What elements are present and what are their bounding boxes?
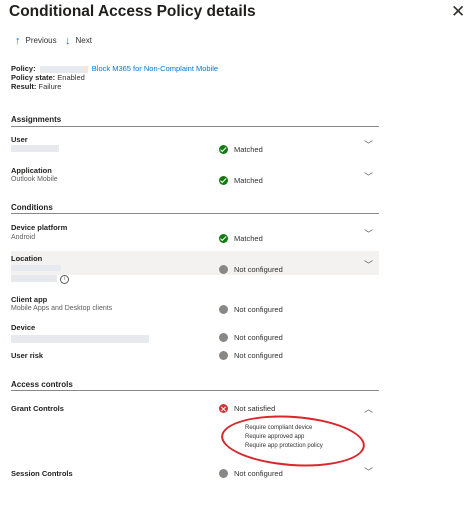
application-status-text: Matched [234,176,263,185]
redacted-user [11,145,59,152]
grant-controls-status-text: Not satisfied [234,404,276,413]
chevron-down-icon[interactable]: ﹀ [364,465,373,478]
arrow-down-icon: ↓ [65,34,71,47]
divider [11,213,379,214]
arrow-up-icon: ↑ [15,34,21,47]
redacted-device [11,335,149,343]
user-risk-label: User risk [11,351,44,360]
session-controls-status: Not configured [219,469,283,478]
location-label: Location [11,254,43,263]
chevron-down-icon[interactable]: ﹀ [364,227,373,240]
device-platform-label: Device platform [11,223,68,232]
application-label: Application [11,166,52,175]
chevron-down-icon[interactable]: ﹀ [364,258,373,271]
redacted-location [11,265,61,271]
user-risk-status-text: Not configured [234,351,283,360]
status-circle-icon [219,265,228,274]
status-circle-icon [219,351,228,360]
location-status: Not configured [219,265,283,274]
chevron-up-icon[interactable]: ︿ [364,402,373,415]
divider [11,126,379,127]
annotation-oval [219,411,367,471]
user-status: Matched [219,145,263,154]
client-app-status: Not configured [219,305,283,314]
location-status-text: Not configured [234,265,283,274]
section-assignments: Assignments [11,115,62,124]
user-status-text: Matched [234,145,263,154]
user-risk-status: Not configured [219,351,283,360]
result-label: Result: [11,82,37,91]
section-access-controls: Access controls [11,380,73,389]
client-app-label: Client app [11,295,48,304]
location-row-highlight[interactable] [11,251,379,275]
device-status-text: Not configured [234,333,283,342]
next-button[interactable]: ↓ Next [65,34,92,47]
device-label: Device [11,323,36,332]
policy-state-label: Policy state: [11,73,56,82]
info-icon[interactable]: i [60,275,69,284]
device-platform-status: Matched [219,234,263,243]
device-platform-status-text: Matched [234,234,263,243]
policy-state-value: Enabled [57,73,85,82]
chevron-down-icon[interactable]: ﹀ [364,170,373,183]
close-icon[interactable]: ✕ [451,2,465,22]
previous-button[interactable]: ↑ Previous [15,34,57,47]
status-circle-icon [219,333,228,342]
policy-label: Policy: [11,64,36,73]
check-circle-icon [219,176,228,185]
device-platform-value: Android [11,234,36,241]
divider [11,390,379,391]
chevron-down-icon[interactable]: ﹀ [364,138,373,151]
user-label: User [11,135,28,144]
error-circle-icon [219,404,228,413]
result-value: Failure [38,82,62,91]
grant-controls-label: Grant Controls [11,404,64,413]
policy-state-line: Policy state: Enabled [11,73,85,82]
policy-line: Policy: Block M365 for Non-Complaint Mob… [11,64,218,73]
session-controls-status-text: Not configured [234,469,283,478]
check-circle-icon [219,145,228,154]
check-circle-icon [219,234,228,243]
section-conditions: Conditions [11,203,53,212]
previous-label: Previous [25,36,57,45]
client-app-value: Mobile Apps and Desktop clients [11,305,113,312]
application-status: Matched [219,176,263,185]
device-status: Not configured [219,333,283,342]
redacted-location [11,275,57,282]
grant-controls-status: Not satisfied [219,404,275,413]
result-line: Result: Failure [11,82,61,91]
status-circle-icon [219,305,228,314]
client-app-status-text: Not configured [234,305,283,314]
policy-name-link[interactable]: Block M365 for Non-Complaint Mobile [92,64,218,73]
status-circle-icon [219,469,228,478]
session-controls-label: Session Controls [11,469,73,478]
panel-title: Conditional Access Policy details [9,3,256,20]
application-value: Outlook Mobile [11,176,58,183]
redacted-text [39,65,88,73]
next-label: Next [75,36,92,45]
